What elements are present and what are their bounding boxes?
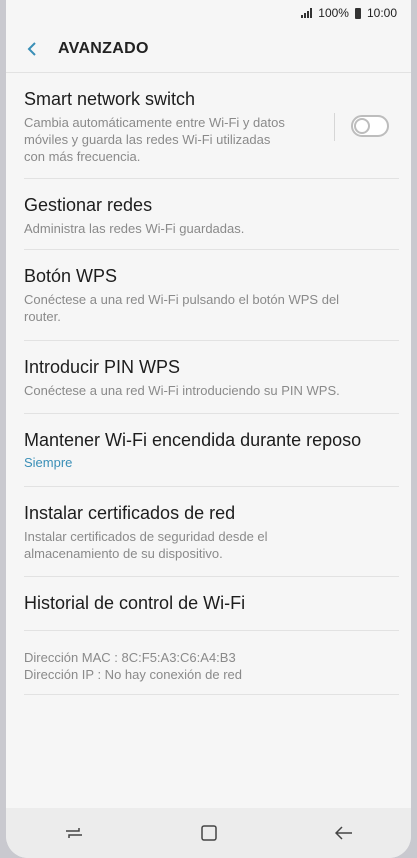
status-bar: 100% 10:00 [6,0,411,26]
desc-line: router. [24,309,61,324]
manage-networks-desc: Administra las redes Wi-Fi guardadas. [24,221,245,236]
desc-line: Cambia automáticamente entre Wi-Fi y dat… [24,115,285,130]
battery-icon [354,7,361,19]
wps-pin-desc: Conéctese a una red Wi-Fi introduciendo … [24,383,340,398]
desc-line: móviles y guarda las redes Wi-Fi utiliza… [24,132,271,147]
smart-network-switch-desc: Cambia automáticamente entre Wi-Fi y dat… [24,114,399,165]
smart-network-switch-toggle[interactable] [351,115,389,137]
wps-button-item[interactable]: Botón WPS Conéctese a una red Wi-Fi puls… [24,250,399,341]
desc-line: Conéctese a una red Wi-Fi pulsando el bo… [24,292,340,307]
desc-line: con más frecuencia. [24,149,141,164]
divider [334,113,335,141]
phone-screen: 100% 10:00 AVANZADO Smart network switch… [6,0,411,858]
wifi-history-item[interactable]: Historial de control de Wi-Fi [24,577,399,631]
keep-wifi-title: Mantener Wi-Fi encendida durante reposo [24,430,362,450]
chevron-left-icon[interactable] [20,37,44,61]
page-title: AVANZADO [58,40,149,57]
desc-line: almacenamiento de su dispositivo. [24,546,223,561]
ip-address: Dirección IP : No hay conexión de red [24,667,242,682]
mac-address: Dirección MAC : 8C:F5:A3:C6:A4:B3 [24,650,236,665]
toggle-knob [354,118,370,134]
app-bar: AVANZADO [6,26,411,73]
wps-button-desc: Conéctese a una red Wi-Fi pulsando el bo… [24,291,399,325]
recent-apps-icon[interactable] [59,818,89,848]
home-icon[interactable] [194,818,224,848]
wps-pin-title: Introducir PIN WPS [24,357,181,377]
settings-list: Smart network switch Cambia automáticame… [6,73,411,695]
install-certs-item[interactable]: Instalar certificados de red Instalar ce… [24,487,399,577]
smart-network-switch-item[interactable]: Smart network switch Cambia automáticame… [24,73,399,179]
manage-networks-title: Gestionar redes [24,195,153,215]
battery-percent: 100% [318,6,349,20]
keep-wifi-item[interactable]: Mantener Wi-Fi encendida durante reposo … [24,414,399,487]
wps-pin-item[interactable]: Introducir PIN WPS Conéctese a una red W… [24,341,399,414]
back-arrow-icon[interactable] [329,818,359,848]
keep-wifi-value: Siempre [24,455,73,470]
wifi-history-title: Historial de control de Wi-Fi [24,593,246,613]
navigation-bar [6,808,411,858]
install-certs-title: Instalar certificados de red [24,503,236,523]
signal-icon [301,8,313,18]
manage-networks-item[interactable]: Gestionar redes Administra las redes Wi-… [24,179,399,250]
network-info: Dirección MAC : 8C:F5:A3:C6:A4:B3 Direcc… [24,631,399,695]
wps-button-title: Botón WPS [24,266,118,286]
clock: 10:00 [366,6,397,20]
smart-network-switch-title: Smart network switch [24,89,196,109]
desc-line: Instalar certificados de seguridad desde… [24,529,268,544]
install-certs-desc: Instalar certificados de seguridad desde… [24,528,399,562]
